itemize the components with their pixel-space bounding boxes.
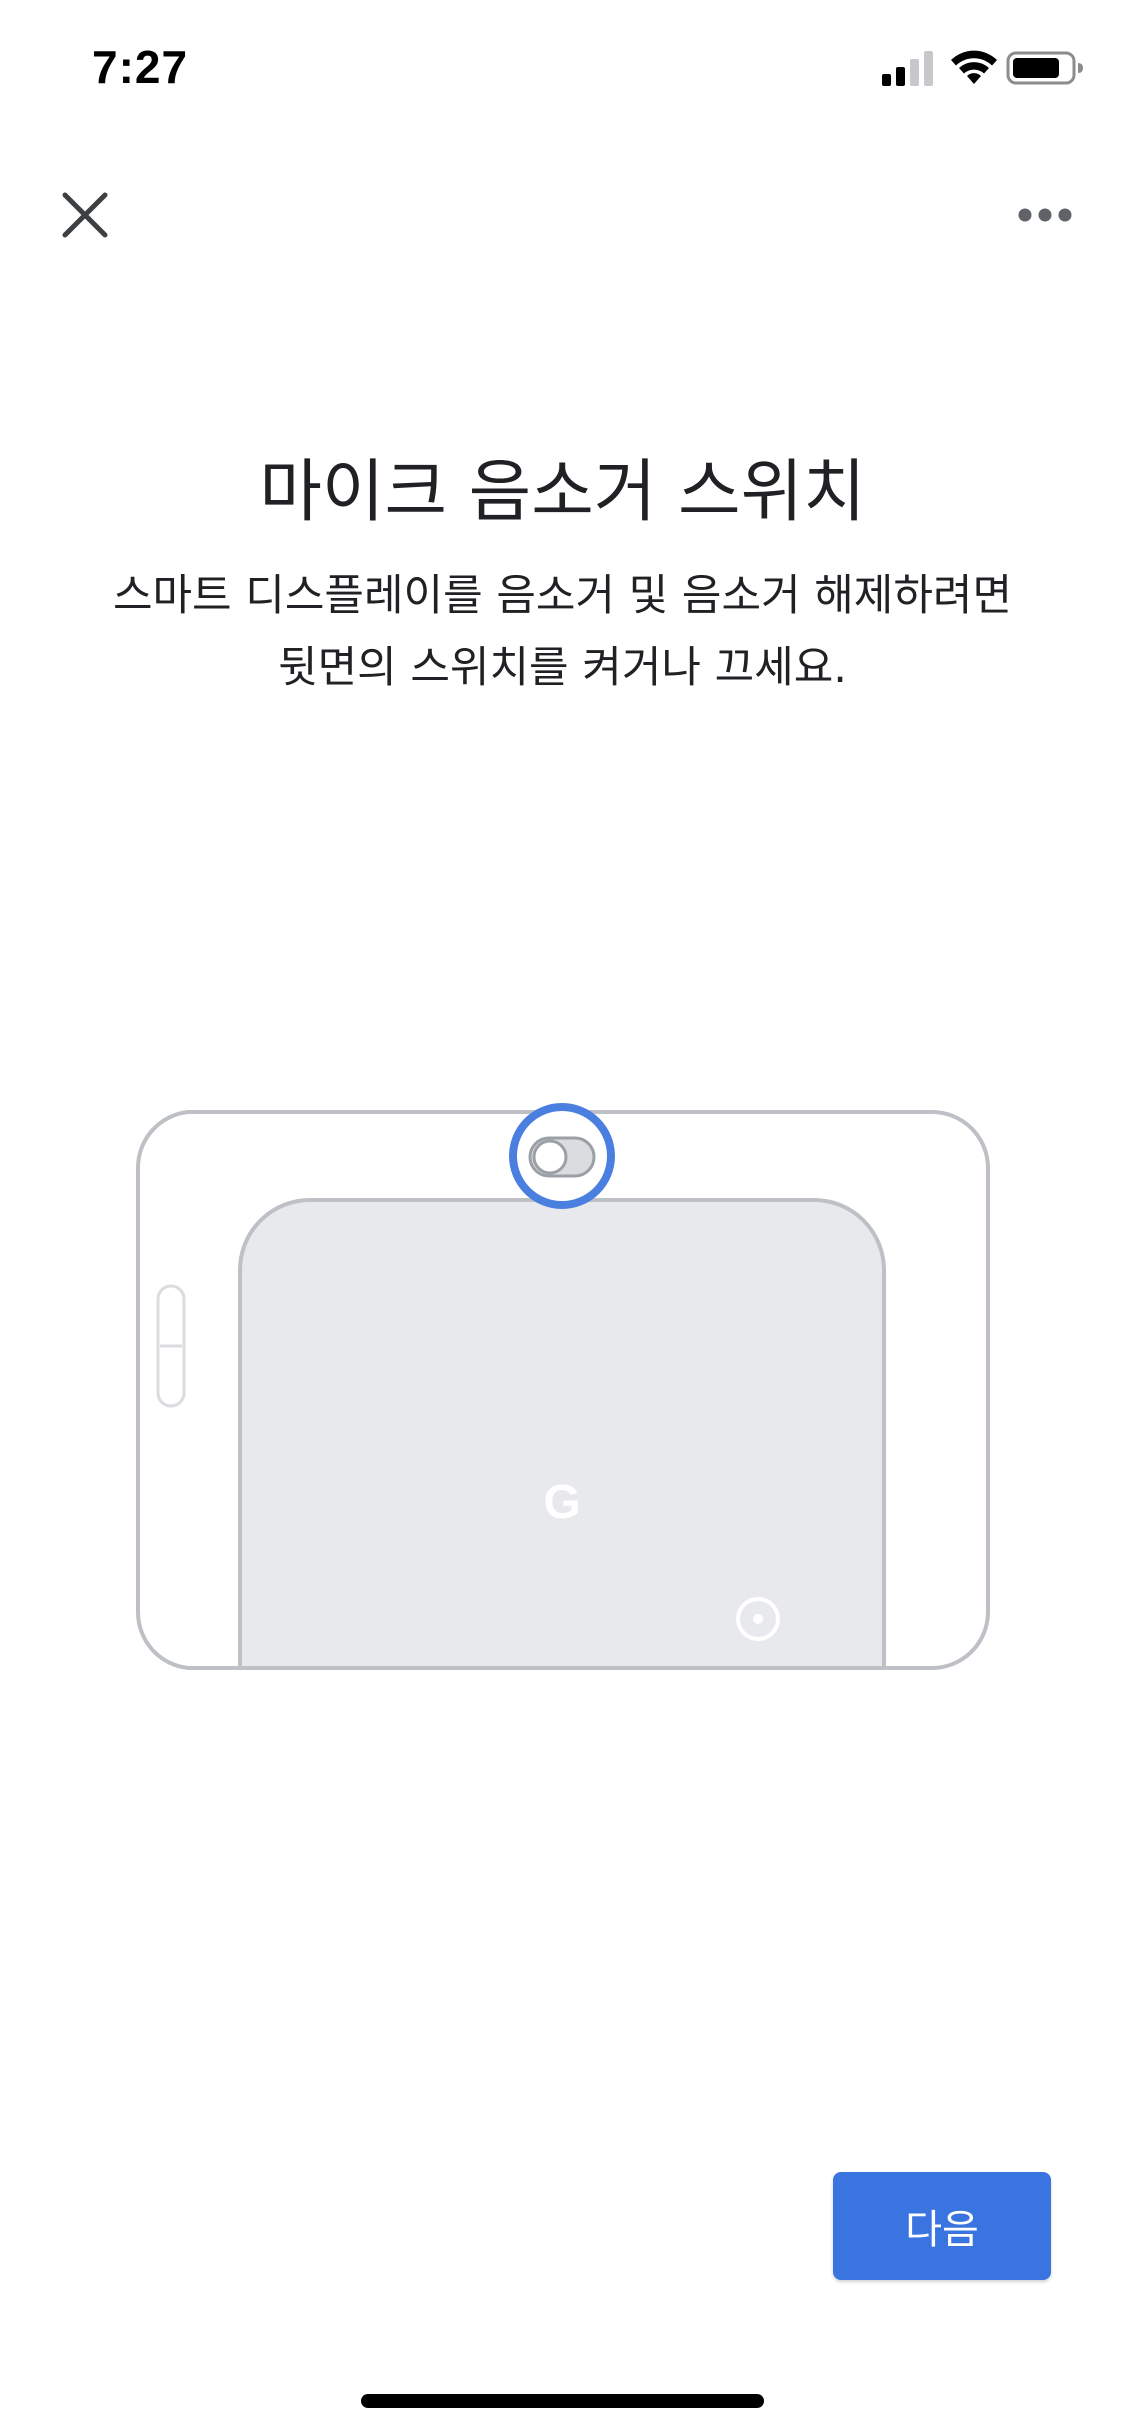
close-button[interactable]: [40, 170, 130, 260]
mic-switch-knob: [532, 1139, 568, 1175]
page-title: 마이크 음소거 스위치: [259, 453, 866, 532]
battery-icon: [1006, 51, 1083, 85]
status-time: 7:27: [92, 41, 189, 93]
home-indicator[interactable]: [361, 2394, 764, 2408]
device-illustration: G: [135, 1103, 990, 1670]
speaker-base: [238, 1198, 886, 1670]
more-options-button[interactable]: [1000, 170, 1090, 260]
description-line-1: 스마트 디스플레이를 음소거 및 음소거 해제하려면: [112, 571, 1013, 621]
close-icon: [62, 192, 108, 238]
next-button[interactable]: 다음: [833, 2172, 1051, 2280]
status-bar: 7:27: [0, 0, 1125, 140]
wifi-icon: [951, 50, 997, 84]
cellular-signal-icon: [882, 51, 933, 86]
google-logo: G: [543, 1476, 580, 1529]
more-horizontal-icon: [1018, 208, 1072, 222]
page-description: 스마트 디스플레이를 음소거 및 음소거 해제하려면 뒷면의 스위치를 켜거나 …: [60, 560, 1065, 704]
description-line-2: 뒷면의 스위치를 켜거나 끄세요.: [278, 643, 847, 693]
